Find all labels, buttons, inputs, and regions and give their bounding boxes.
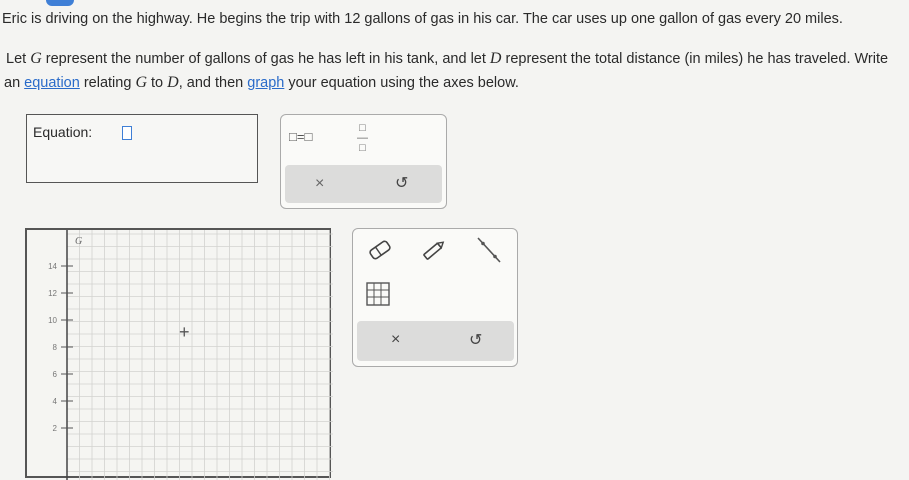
y-tick-label: 2 bbox=[53, 424, 58, 433]
equals-template-button[interactable]: □=□ bbox=[289, 129, 312, 144]
y-tick-label: 14 bbox=[48, 262, 57, 271]
graph-area[interactable]: G 14 12 10 8 6 4 2 + bbox=[25, 228, 333, 480]
table-icon[interactable] bbox=[365, 281, 391, 312]
y-tick-label: 6 bbox=[53, 370, 58, 379]
y-axis-label: G bbox=[75, 236, 82, 247]
graph-tool-palette: × ↺ bbox=[352, 228, 518, 367]
equation-input-box[interactable]: Equation: bbox=[26, 114, 258, 183]
fraction-template-button[interactable]: □ — □ bbox=[357, 123, 368, 154]
top-tab-indicator bbox=[46, 0, 74, 6]
equation-label: Equation: bbox=[33, 124, 93, 140]
graph-palette-actions: × ↺ bbox=[357, 321, 514, 361]
pencil-icon[interactable] bbox=[421, 239, 447, 266]
y-tick-label: 4 bbox=[53, 397, 58, 406]
problem-line-3: an equation relating G to D, and then gr… bbox=[4, 74, 519, 91]
y-tick-label: 10 bbox=[48, 316, 57, 325]
equation-undo-button[interactable]: ↺ bbox=[395, 173, 408, 193]
equation-palette-actions: × ↺ bbox=[285, 165, 442, 203]
y-tick-label: 12 bbox=[48, 289, 57, 298]
var-g: G bbox=[30, 50, 42, 67]
graph-grid[interactable]: G 14 12 10 8 6 4 2 + bbox=[27, 230, 333, 480]
cursor-crosshair: + bbox=[179, 322, 190, 342]
equation-input-slot[interactable] bbox=[122, 126, 132, 140]
eraser-icon[interactable] bbox=[367, 239, 393, 266]
graph-undo-button[interactable]: ↺ bbox=[469, 330, 482, 350]
equation-link[interactable]: equation bbox=[24, 75, 80, 91]
problem-line-2: Let G represent the number of gallons of… bbox=[6, 50, 889, 67]
y-tick-label: 8 bbox=[53, 343, 58, 352]
graph-clear-button[interactable]: × bbox=[391, 331, 400, 349]
equation-clear-button[interactable]: × bbox=[315, 175, 324, 193]
problem-line-1: Eric is driving on the highway. He begin… bbox=[2, 11, 843, 27]
equation-palette: □=□ □ — □ × ↺ bbox=[280, 114, 447, 209]
graph-link[interactable]: graph bbox=[247, 75, 284, 91]
line-icon[interactable] bbox=[475, 235, 503, 270]
var-d: D bbox=[489, 50, 502, 67]
